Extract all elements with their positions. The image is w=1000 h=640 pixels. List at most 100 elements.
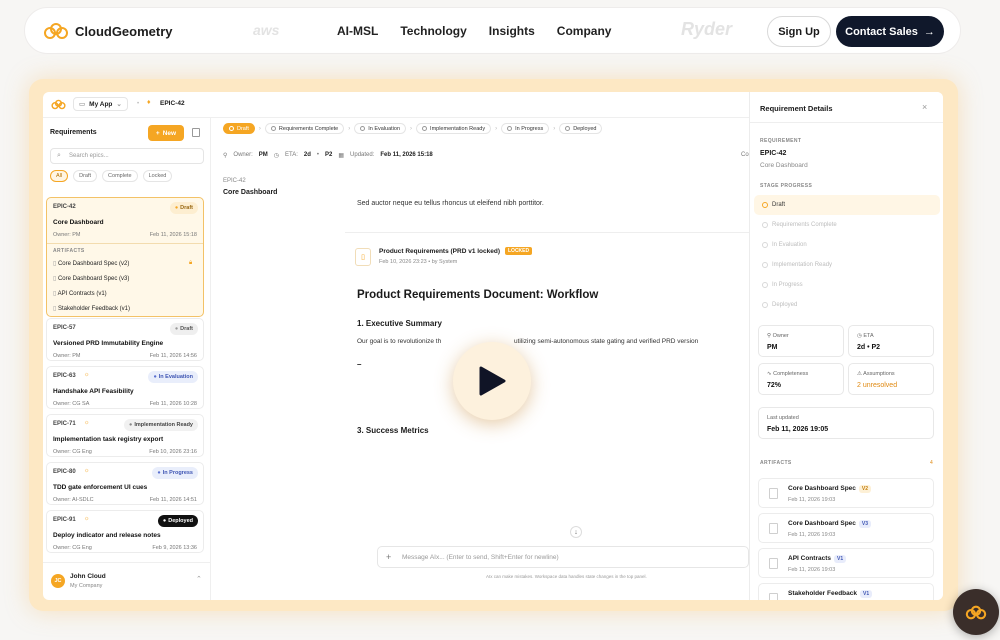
app-window: ▭ My App ⌄ • ♦ EPIC-42 Requirements + New ⌕… — [43, 92, 943, 600]
locked-badge: LOCKED — [505, 247, 533, 255]
circle-icon — [762, 202, 768, 208]
nav-ai-msl[interactable]: AI-MSL — [337, 24, 378, 38]
filter-all[interactable]: All — [50, 170, 69, 182]
sun-icon: ☼ — [84, 372, 90, 378]
filter-locked[interactable]: Locked — [142, 170, 173, 182]
folder-icon: ▭ — [79, 101, 86, 108]
epic-title: Handshake API Feasibility — [53, 388, 134, 395]
circle-icon — [762, 222, 768, 228]
stage-label: In Evaluation — [772, 242, 807, 248]
updated-value: Feb 11, 2026 15:18 — [380, 152, 433, 158]
circle-icon — [762, 242, 768, 248]
requirement-details-panel: Requirement Details × REQUIREMENT EPIC-4… — [749, 92, 943, 600]
epic-owner: Owner: AI-SDLC — [53, 497, 94, 503]
nav-technology[interactable]: Technology — [400, 24, 466, 38]
chevron-right-icon: › — [553, 125, 556, 132]
avatar: JC — [51, 574, 65, 588]
lock-icon: 🔒︎ — [189, 260, 193, 266]
epic-search[interactable]: ⌕ Search epics... — [50, 148, 204, 164]
arrow-right-icon: → — [923, 25, 935, 38]
last-updated-value: Feb 11, 2026 19:05 — [767, 426, 829, 433]
status-text: Deployed — [168, 518, 193, 524]
stage-item-deployed[interactable]: Deployed — [754, 295, 940, 315]
epic-card-selected[interactable]: EPIC-42 ● Draft Core Dashboard Owner: PM … — [46, 197, 204, 317]
circle-icon — [360, 126, 366, 131]
sign-up-button[interactable]: Sign Up — [767, 16, 831, 47]
epic-card[interactable]: EPIC-80 ☼ ● In Progress TDD gate enforcement… — [46, 462, 204, 505]
stage-item-draft[interactable]: Draft — [754, 195, 940, 215]
circle-icon — [762, 282, 768, 288]
artifact-card[interactable]: Stakeholder Feedback V1 — [758, 583, 934, 600]
chevron-up-icon: ⌃ — [196, 576, 202, 583]
circle-icon — [422, 126, 428, 131]
artifacts-count: 4 — [930, 460, 933, 466]
new-label: New — [162, 129, 177, 137]
circle-icon — [270, 126, 276, 131]
stage-label: Draft — [237, 125, 249, 132]
requirement-id: EPIC-42 — [760, 150, 787, 157]
plus-icon[interactable]: + — [386, 552, 391, 562]
artifact-name: API Contracts (v1) — [57, 291, 107, 297]
eta-box: ◷ ETA 2d • P2 — [848, 325, 934, 357]
stage-item-progress[interactable]: In Progress — [754, 275, 940, 295]
epics-sidebar: Requirements + New ⌕ Search epics... All … — [43, 118, 211, 600]
version-badge: V3 — [858, 520, 872, 528]
artifact-link[interactable]: ▯ Core Dashboard Spec (v2) — [53, 260, 129, 267]
user-footer[interactable]: JC John Cloud My Company ⌃ — [43, 562, 211, 600]
stage-chip-ready[interactable]: Implementation Ready — [416, 123, 492, 134]
stage-chip-progress[interactable]: In Progress — [501, 123, 550, 134]
close-icon[interactable]: × — [922, 102, 927, 112]
epic-card[interactable]: EPIC-91 ☼ ● Deployed Deploy indicator and re… — [46, 510, 204, 553]
stage-chip-deployed[interactable]: Deployed — [559, 123, 603, 134]
nav-insights[interactable]: Insights — [489, 24, 535, 38]
artifact-card[interactable]: API Contracts V1 Feb 11, 2026 19:03 — [758, 548, 934, 578]
epic-id: EPIC-80 — [53, 469, 76, 475]
chat-input[interactable]: + Message AIx... (Enter to send, Shift+E… — [377, 546, 749, 568]
artifact-card[interactable]: Core Dashboard Spec V3 Feb 11, 2026 19:03 — [758, 513, 934, 543]
doc-heading: Product Requirements Document: Workflow — [357, 289, 599, 301]
contact-sales-button[interactable]: Contact Sales → — [836, 16, 944, 47]
artifact-card[interactable]: Core Dashboard Spec V2 Feb 11, 2026 19:03 — [758, 478, 934, 508]
filter-draft[interactable]: Draft — [73, 170, 98, 182]
stage-item-evaluation[interactable]: In Evaluation — [754, 235, 940, 255]
brand-logo[interactable]: CloudGeometry — [43, 22, 173, 40]
file-name[interactable]: Product Requirements (PRD v1 locked) — [379, 248, 500, 255]
stage-label: Deployed — [573, 125, 597, 132]
assumptions-label-text: Assumptions — [863, 371, 895, 377]
epic-id: EPIC-91 — [53, 517, 76, 523]
filter-complete[interactable]: Complete — [102, 170, 138, 182]
stage-breadcrumb: Draft › Requirements Complete › In Evalu… — [223, 123, 603, 134]
stage-chip-evaluation[interactable]: In Evaluation — [354, 123, 407, 134]
dot-icon: ● — [153, 374, 157, 380]
workspace-selector[interactable]: ▭ My App ⌄ — [73, 97, 128, 111]
nav-company[interactable]: Company — [557, 24, 612, 38]
status-text: In Progress — [162, 470, 193, 476]
stage-label: Implementation Ready — [772, 262, 833, 268]
epic-card[interactable]: EPIC-71 ☼ ● Implementation Ready Implementat… — [46, 414, 204, 457]
main-content: Draft › Requirements Complete › In Evalu… — [211, 118, 749, 600]
scroll-down-icon[interactable]: ↓ — [570, 526, 582, 538]
stage-item-complete[interactable]: Requirements Complete — [754, 215, 940, 235]
circle-icon — [762, 262, 768, 268]
bg-logo-aws: aws — [253, 22, 280, 38]
truncated-label: Co — [741, 152, 749, 158]
user-company: My Company — [70, 583, 103, 589]
artifact-link[interactable]: ▯ Stakeholder Feedback (v1) — [53, 305, 130, 312]
stage-item-ready[interactable]: Implementation Ready — [754, 255, 940, 275]
epic-title: Deploy indicator and release notes — [53, 532, 161, 539]
stage-label: In Progress — [772, 282, 803, 288]
new-epic-button[interactable]: + New — [148, 125, 184, 141]
epic-card[interactable]: EPIC-63 ☼ ● In Evaluation Handshake API Feas… — [46, 366, 204, 409]
artifact-link[interactable]: ▯ Core Dashboard Spec (v3) — [53, 275, 129, 282]
collapse-icon[interactable] — [192, 128, 200, 137]
artifact-name: Core Dashboard Spec (v2) — [57, 261, 130, 267]
sidebar-title: Requirements — [50, 129, 97, 136]
stage-chip-draft[interactable]: Draft — [223, 123, 255, 134]
dot-icon: ● — [157, 470, 161, 476]
stage-chip-complete[interactable]: Requirements Complete — [264, 123, 345, 134]
assistant-launcher-button[interactable] — [953, 589, 999, 635]
play-video-button[interactable] — [453, 342, 531, 420]
epic-card[interactable]: EPIC-57 ● Draft Versioned PRD Immutability … — [46, 318, 204, 361]
artifact-link[interactable]: ▯ API Contracts (v1) — [53, 290, 107, 297]
artifact-name: Stakeholder Feedback V1 — [788, 590, 873, 598]
